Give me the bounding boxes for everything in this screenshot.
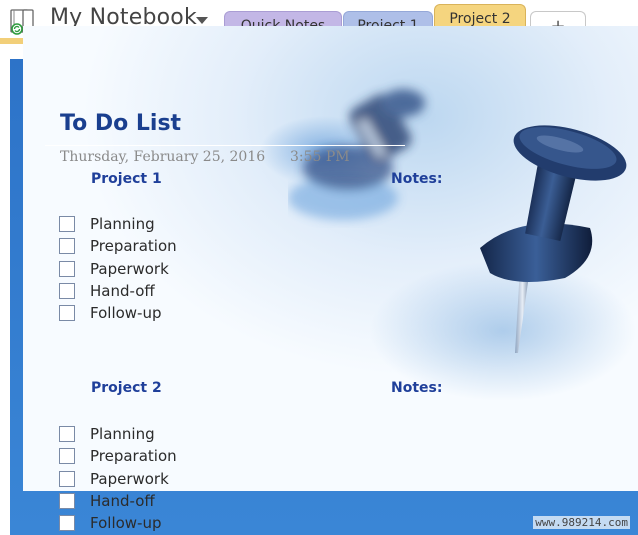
section-heading-project-1[interactable]: Project 1 xyxy=(91,171,162,187)
section-heading-project-2[interactable]: Project 2 xyxy=(91,380,162,396)
task-label[interactable]: Follow-up xyxy=(90,514,162,532)
task-checkbox[interactable] xyxy=(59,305,75,321)
task-item: Hand-off xyxy=(59,491,155,511)
task-item: Paperwork xyxy=(59,259,169,279)
pushpin-image xyxy=(480,125,627,353)
page-title[interactable]: To Do List xyxy=(60,111,181,136)
task-label[interactable]: Follow-up xyxy=(90,304,162,322)
task-label[interactable]: Preparation xyxy=(90,237,177,255)
task-label[interactable]: Planning xyxy=(90,425,155,443)
page-date: Thursday, February 25, 2016 xyxy=(60,149,266,165)
task-checkbox[interactable] xyxy=(59,448,75,464)
task-item: Paperwork xyxy=(59,469,169,489)
task-label[interactable]: Hand-off xyxy=(90,492,155,510)
task-item: Planning xyxy=(59,214,155,234)
task-label[interactable]: Planning xyxy=(90,215,155,233)
task-label[interactable]: Paperwork xyxy=(90,260,169,278)
title-underline xyxy=(45,145,405,146)
task-item: Preparation xyxy=(59,446,177,466)
task-checkbox[interactable] xyxy=(59,283,75,299)
task-checkbox[interactable] xyxy=(59,216,75,232)
task-checkbox[interactable] xyxy=(59,493,75,509)
task-item: Follow-up xyxy=(59,303,162,323)
task-checkbox[interactable] xyxy=(59,238,75,254)
page-time: 3:55 PM xyxy=(290,149,350,165)
notes-label-project-2[interactable]: Notes: xyxy=(391,380,442,396)
watermark: www.989214.com xyxy=(533,516,630,529)
page-template-background: To Do List Thursday, February 25, 2016 3… xyxy=(23,26,638,532)
task-checkbox[interactable] xyxy=(59,515,75,531)
task-item: Planning xyxy=(59,424,155,444)
notes-label-project-1[interactable]: Notes: xyxy=(391,171,442,187)
task-item: Follow-up xyxy=(59,513,162,533)
task-checkbox[interactable] xyxy=(59,471,75,487)
task-checkbox[interactable] xyxy=(59,261,75,277)
task-checkbox[interactable] xyxy=(59,426,75,442)
task-item: Preparation xyxy=(59,236,177,256)
chevron-down-icon[interactable] xyxy=(196,17,208,24)
task-item: Hand-off xyxy=(59,281,155,301)
task-label[interactable]: Preparation xyxy=(90,447,177,465)
task-label[interactable]: Paperwork xyxy=(90,470,169,488)
task-label[interactable]: Hand-off xyxy=(90,282,155,300)
